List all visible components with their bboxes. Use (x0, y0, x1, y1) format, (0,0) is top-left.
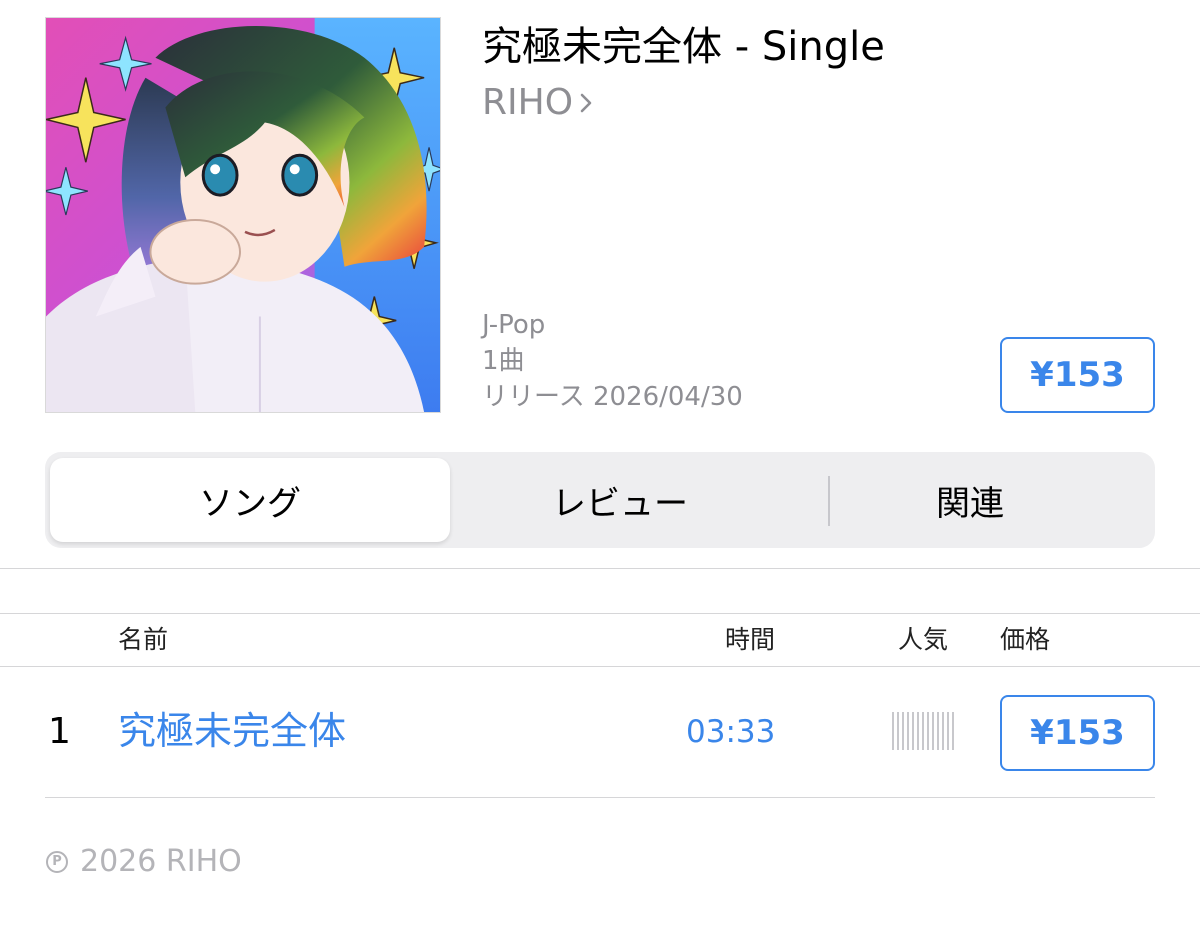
popularity-bar (917, 712, 919, 750)
album-price-button[interactable]: ¥153 (1000, 337, 1155, 413)
popularity-bar (922, 712, 924, 750)
popularity-bar (942, 712, 944, 750)
tab-reviews[interactable]: レビュー (455, 452, 785, 548)
popularity-bar (937, 712, 939, 750)
album-artwork[interactable] (45, 17, 441, 413)
popularity-bar (892, 712, 894, 750)
artist-link[interactable]: RIHO (482, 80, 597, 126)
track-number: 1 (48, 711, 71, 752)
tab-related[interactable]: 関連 (785, 452, 1155, 548)
popularity-bars-icon (892, 712, 956, 750)
tab-segmented-control: ソング レビュー 関連 (45, 452, 1155, 548)
track-duration: 03:33 (686, 714, 776, 750)
popularity-bar (897, 712, 899, 750)
popularity-bar (952, 712, 954, 750)
artist-name: RIHO (482, 82, 574, 123)
column-header-popularity: 人気 (898, 625, 949, 654)
album-release-date: リリース 2026/04/30 (482, 382, 743, 412)
album-page: 究極未完全体 - Single RIHO J-Pop 1曲 リリース 2026/… (0, 0, 1200, 932)
popularity-bar (927, 712, 929, 750)
album-artwork-illustration (46, 18, 440, 412)
album-genre: J-Pop (482, 310, 546, 340)
tab-songs[interactable]: ソング (50, 452, 450, 548)
album-title: 究極未完全体 - Single (482, 24, 885, 70)
copyright-text: 2026 RIHO (80, 844, 242, 879)
phonogram-copyright-icon: P (46, 851, 68, 873)
popularity-bar (947, 712, 949, 750)
popularity-bar (912, 712, 914, 750)
table-header-divider (0, 666, 1200, 667)
popularity-bar (932, 712, 934, 750)
column-header-price: 価格 (1000, 625, 1051, 654)
table-top-divider (0, 613, 1200, 614)
track-name[interactable]: 究極未完全体 (118, 706, 346, 756)
column-header-time: 時間 (725, 625, 776, 654)
album-track-count: 1曲 (482, 346, 525, 376)
popularity-bar (902, 712, 904, 750)
section-divider (0, 568, 1200, 569)
track-price-button[interactable]: ¥153 (1000, 695, 1155, 771)
copyright-notice: P 2026 RIHO (46, 842, 242, 882)
column-header-name: 名前 (118, 625, 169, 654)
table-bottom-divider (45, 797, 1155, 798)
popularity-bar (907, 712, 909, 750)
chevron-right-icon (580, 93, 592, 113)
